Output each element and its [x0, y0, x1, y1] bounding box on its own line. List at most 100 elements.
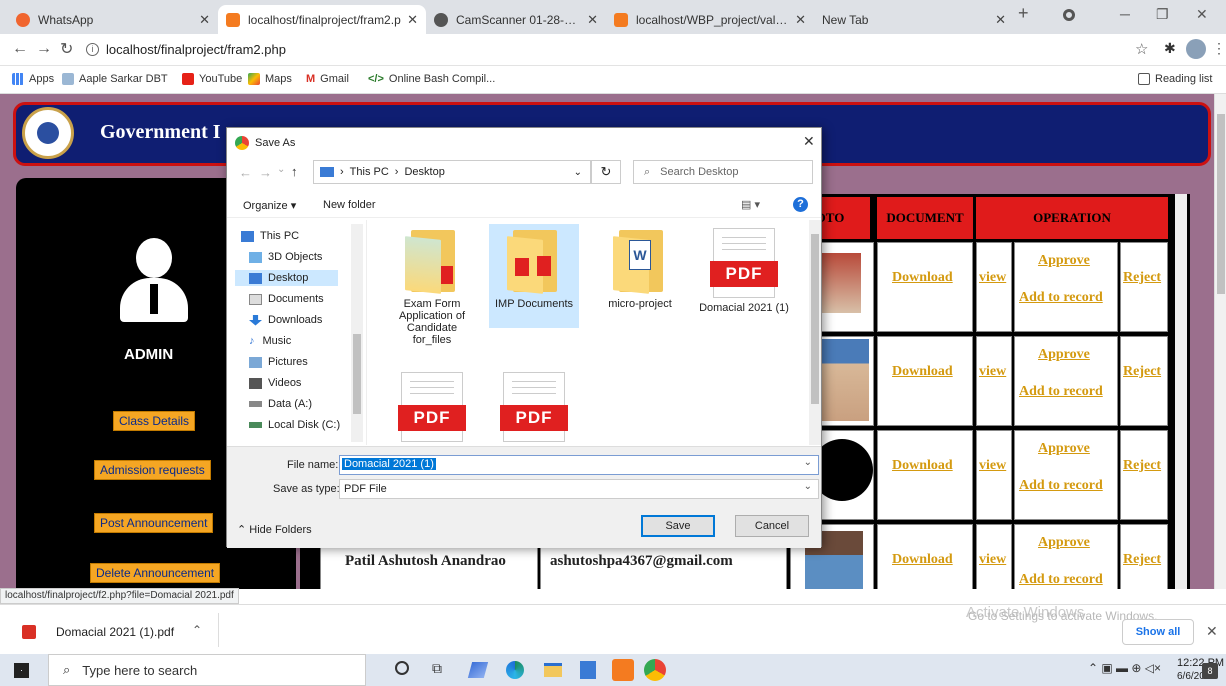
store-icon[interactable] [580, 661, 596, 679]
reject-link[interactable]: Reject [1123, 458, 1161, 474]
chevron-down-icon[interactable]: ⌄ [574, 167, 582, 178]
view-link[interactable]: view [979, 458, 1006, 474]
notification-icon[interactable]: 8 [1202, 663, 1218, 679]
view-link[interactable]: view [979, 270, 1006, 286]
cancel-button[interactable]: Cancel [735, 515, 809, 537]
nav-item-3d-objects[interactable]: 3D Objects [249, 251, 322, 263]
download-link[interactable]: Download [892, 364, 953, 380]
profile-menu-icon[interactable] [1063, 9, 1075, 21]
tab-camscanner[interactable]: CamScanner 01-28-2021 11.3 ✕ [426, 5, 606, 34]
add-to-record-link[interactable]: Add to record [1019, 290, 1103, 306]
nav-item-local-disk-c[interactable]: Local Disk (C:) [249, 419, 340, 431]
class-details-button[interactable]: Class Details [113, 411, 196, 431]
reading-list-button[interactable]: Reading list [1138, 73, 1212, 85]
save-button[interactable]: Save [641, 515, 715, 537]
avatar[interactable] [1186, 39, 1206, 59]
chrome-icon[interactable] [644, 659, 666, 681]
breadcrumb-item[interactable]: Desktop [404, 166, 444, 178]
file-item-domacial-pdf[interactable]: PDF Domacial 2021 (1) [699, 228, 789, 314]
file-item-exam-form[interactable]: Exam Form Application of Candidate for_f… [387, 226, 477, 346]
show-all-button[interactable]: Show all [1122, 619, 1194, 645]
view-link[interactable]: view [979, 364, 1006, 380]
approve-link[interactable]: Approve [1038, 441, 1090, 457]
chevron-up-icon[interactable]: ⌃ [192, 623, 202, 637]
bookmark-apps[interactable]: Apps [12, 73, 54, 85]
download-file-name[interactable]: Domacial 2021 (1).pdf [56, 625, 174, 639]
page-scrollbar[interactable] [1214, 94, 1226, 589]
tab-new[interactable]: New Tab ✕ [814, 5, 1014, 34]
reject-link[interactable]: Reject [1123, 364, 1161, 380]
extensions-icon[interactable]: ✱ [1164, 40, 1176, 57]
add-to-record-link[interactable]: Add to record [1019, 384, 1103, 400]
file-item-pdf[interactable]: PDF [489, 372, 579, 442]
table-scrollbar[interactable] [1175, 194, 1187, 589]
bookmark-bash[interactable]: </> Online Bash Compil... [368, 73, 495, 85]
breadcrumb-item[interactable]: This PC [350, 166, 389, 178]
approve-link[interactable]: Approve [1038, 253, 1090, 269]
recent-locations-icon[interactable]: ⌄ [277, 164, 285, 175]
xampp-icon[interactable] [612, 659, 634, 681]
post-announcement-button[interactable]: Post Announcement [94, 513, 214, 533]
close-tab-icon[interactable]: ✕ [407, 12, 418, 28]
refresh-icon[interactable]: ↻ [591, 160, 621, 184]
windows-start-icon[interactable] [14, 663, 29, 678]
reject-link[interactable]: Reject [1123, 270, 1161, 286]
edge-icon[interactable] [506, 661, 524, 679]
back-icon[interactable]: ← [12, 40, 28, 58]
back-icon[interactable]: ← [239, 165, 252, 180]
cortana-icon[interactable] [395, 661, 409, 675]
app-icon[interactable] [467, 662, 489, 678]
admission-requests-button[interactable]: Admission requests [94, 460, 211, 480]
tab-fram2[interactable]: localhost/finalproject/fram2.p ✕ [218, 5, 426, 34]
up-folder-icon[interactable]: ↑ [291, 164, 298, 179]
nav-item-this-pc[interactable]: This PC [241, 230, 299, 242]
info-icon[interactable]: i [86, 43, 99, 56]
close-download-bar-icon[interactable]: ✕ [1206, 623, 1218, 640]
nav-item-downloads[interactable]: Downloads [249, 314, 322, 326]
add-to-record-link[interactable]: Add to record [1019, 572, 1103, 588]
nav-item-data-a[interactable]: Data (A:) [249, 398, 312, 410]
download-link[interactable]: Download [892, 552, 953, 568]
breadcrumb[interactable]: › This PC › Desktop ⌄ [313, 160, 591, 184]
chevron-down-icon[interactable]: ⌄ [804, 481, 812, 492]
system-tray-icons[interactable]: ⌃ ▣ ▬ ⊕ ◁× [1088, 661, 1161, 675]
approve-link[interactable]: Approve [1038, 535, 1090, 551]
file-item-imp-documents[interactable]: IMP Documents [489, 224, 579, 328]
search-input[interactable]: ⌕ Search Desktop [633, 160, 813, 184]
file-item-pdf[interactable]: PDF [387, 372, 477, 442]
close-dialog-icon[interactable]: ✕ [803, 133, 815, 150]
nav-item-pictures[interactable]: Pictures [249, 356, 308, 368]
approve-link[interactable]: Approve [1038, 347, 1090, 363]
view-link[interactable]: view [979, 552, 1006, 568]
download-link[interactable]: Download [892, 270, 953, 286]
nav-item-documents[interactable]: Documents [249, 293, 324, 305]
hide-folders-button[interactable]: ⌃ Hide Folders [237, 523, 312, 536]
organize-button[interactable]: Organize ▾ [243, 199, 296, 212]
close-tab-icon[interactable]: ✕ [995, 12, 1006, 28]
view-options-icon[interactable]: ▤ ▾ [741, 198, 760, 211]
restore-icon[interactable]: ❐ [1156, 6, 1169, 23]
new-tab-button[interactable]: + [1018, 3, 1029, 24]
nav-item-music[interactable]: ♪ Music [249, 335, 291, 347]
chevron-down-icon[interactable]: ⌄ [804, 457, 812, 468]
download-link[interactable]: Download [892, 458, 953, 474]
new-folder-button[interactable]: New folder [323, 199, 376, 211]
file-explorer-icon[interactable] [544, 663, 562, 677]
close-tab-icon[interactable]: ✕ [587, 12, 598, 28]
task-view-icon[interactable]: ⧉ [432, 660, 442, 677]
nav-scrollbar[interactable] [351, 224, 363, 442]
tab-whatsapp[interactable]: WhatsApp ✕ [8, 5, 218, 34]
forward-icon[interactable]: → [259, 165, 272, 180]
delete-announcement-button[interactable]: Delete Announcement [90, 563, 221, 583]
help-icon[interactable]: ? [793, 197, 808, 212]
file-name-input[interactable]: Domacial 2021 (1) ⌄ [339, 455, 819, 475]
file-item-micro-project[interactable]: W micro-project [595, 226, 685, 310]
bookmark-aaple-sarkar[interactable]: Aaple Sarkar DBT [62, 73, 168, 85]
forward-icon[interactable]: → [36, 40, 52, 58]
add-to-record-link[interactable]: Add to record [1019, 478, 1103, 494]
url-text[interactable]: localhost/finalproject/fram2.php [106, 42, 286, 57]
star-icon[interactable]: ☆ [1135, 40, 1148, 58]
taskbar-search-input[interactable]: ⌕ Type here to search [48, 654, 366, 686]
save-type-select[interactable]: PDF File ⌄ [339, 479, 819, 499]
bookmark-youtube[interactable]: YouTube [182, 73, 242, 85]
